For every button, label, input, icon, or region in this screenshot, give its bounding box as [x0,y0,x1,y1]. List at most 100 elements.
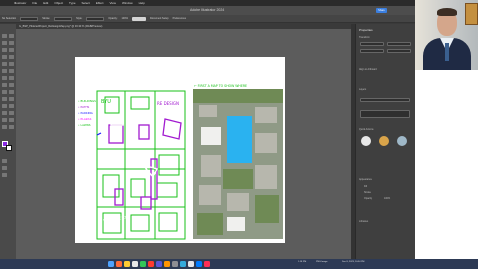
menu-item-effect[interactable]: Effect [96,1,104,5]
menu-item-window[interactable]: Window [122,1,133,5]
transform-y-field[interactable] [387,42,411,46]
sketch-legend: • BUILDINGS • PATHS • PARKING • PLAZAS •… [78,99,96,139]
paintbrush-icon[interactable] [9,62,14,66]
gradient-tool-icon[interactable] [9,97,14,101]
opacity-value[interactable]: 100% [122,17,128,20]
highlighted-building [227,116,252,163]
layer-options[interactable] [360,110,410,118]
shape-builder-icon[interactable] [2,90,7,94]
transform-x-field[interactable] [360,42,384,46]
width-tool-icon[interactable] [2,83,7,87]
menu-item-select[interactable]: Select [82,1,90,5]
app-icon-7[interactable] [172,261,178,267]
hand-drawn-sketch: BYU RE DESIGN UPPER FIELDS [95,89,188,241]
rectangle-tool-icon[interactable] [2,62,7,66]
pencil-tool-icon[interactable] [2,69,7,73]
free-transform-icon[interactable] [9,83,14,87]
app-icon-2[interactable] [124,261,130,267]
properties-panel: Properties Transform Align to Artboard L… [355,24,415,259]
app-icon-1[interactable] [116,261,122,267]
opacity-value-panel[interactable]: 100% [384,197,390,200]
opacity-label: Opacity: [108,17,118,20]
selection-status: No Selection [2,17,17,20]
fill-control[interactable] [20,16,39,21]
layers-section-label: Layers [359,88,367,91]
slice-tool-icon[interactable] [9,118,14,122]
hand-tool-icon[interactable] [2,125,7,129]
style-label: Style: [76,17,83,20]
quick-action-thumb-3[interactable] [397,136,407,146]
menu-item-type[interactable]: Type [69,1,76,5]
app-icon-4[interactable] [140,261,146,267]
artboard-tool-icon[interactable] [2,118,7,122]
app-icon-10[interactable] [196,261,202,267]
menu-item-help[interactable]: Help [139,1,145,5]
appearance-section-label: Appearance [359,178,372,181]
illustrator-icon[interactable] [164,261,170,267]
stroke-swatch[interactable] [6,145,12,151]
stroke-label-panel[interactable]: Stroke [364,191,371,194]
app-icon-8[interactable] [180,261,186,267]
stroke-control[interactable] [54,16,73,21]
opacity-label-panel: Opacity [364,197,373,200]
lasso-icon[interactable] [9,41,14,45]
drawing-mode-icon[interactable] [2,159,7,163]
share-button[interactable]: Share [376,8,387,13]
menu-item-object[interactable]: Object [54,1,63,5]
layer-row[interactable] [360,98,410,102]
quick-action-thumb-2[interactable] [379,136,389,146]
align-artboard-label[interactable]: Align to Artboard [359,68,377,71]
app-icon-5[interactable] [148,261,154,267]
pen-tool-icon[interactable] [2,48,7,52]
libraries-section-label: Libraries [359,220,369,223]
finder-icon[interactable] [108,261,114,267]
control-bar: No Selection Stroke: Style: Opacity: 100… [0,15,415,23]
preferences-button[interactable]: Preferences [173,17,186,20]
dock-info-type: PNG Image [316,261,328,263]
menu-item-app[interactable]: Illustrator [14,1,26,5]
curvature-icon[interactable] [9,48,14,52]
webcam-video [415,0,478,70]
eyedropper-icon[interactable] [2,104,7,108]
direct-selection-tool-icon[interactable] [9,34,14,38]
app-icon-9[interactable] [188,261,194,267]
style-dropdown[interactable] [86,16,105,21]
edit-toolbar-icon[interactable] [2,173,7,177]
blend-tool-icon[interactable] [9,104,14,108]
document-setup-label[interactable]: Document Setup [150,17,169,20]
legend-buildings: • BUILDINGS [78,99,96,103]
symbol-sprayer-icon[interactable] [2,111,7,115]
eraser-icon[interactable] [9,69,14,73]
quick-actions-label: Quick Actions [359,128,374,131]
mesh-tool-icon[interactable] [2,97,7,101]
quick-action-thumb-1[interactable] [361,136,371,146]
fill-label[interactable]: Fill [364,185,367,188]
legend-parking: • PARKING [78,111,93,115]
line-tool-icon[interactable] [9,55,14,59]
transform-h-field[interactable] [387,49,411,53]
perspective-grid-icon[interactable] [9,90,14,94]
app-icon-6[interactable] [156,261,162,267]
document-setup-button[interactable] [131,16,146,21]
selection-tool-icon[interactable] [2,34,7,38]
transform-w-field[interactable] [360,49,384,53]
rotate-tool-icon[interactable] [2,76,7,80]
aerial-map-image [193,89,283,239]
magic-wand-icon[interactable] [2,41,7,45]
stroke-label: Stroke: [42,17,51,20]
graph-tool-icon[interactable] [9,111,14,115]
menu-item-file[interactable]: File [32,1,37,5]
app-icon-3[interactable] [132,261,138,267]
screen-mode-icon[interactable] [2,166,7,170]
app-icon-11[interactable] [204,261,210,267]
menu-item-view[interactable]: View [110,1,116,5]
scale-tool-icon[interactable] [9,76,14,80]
app-title: Adobe Illustrator 2024 [190,8,225,12]
zoom-tool-icon[interactable] [9,125,14,129]
legend-plazas: • PLAZAS [78,117,92,121]
document-tab-label: IL_BSP_PilderedProject_ReDesignMap.png* … [19,24,103,28]
type-tool-icon[interactable] [2,55,7,59]
menu-item-edit[interactable]: Edit [43,1,48,5]
dock-info-time: 1:18 PM [298,261,307,263]
app-title-bar: Adobe Illustrator 2024 Share [0,6,415,15]
